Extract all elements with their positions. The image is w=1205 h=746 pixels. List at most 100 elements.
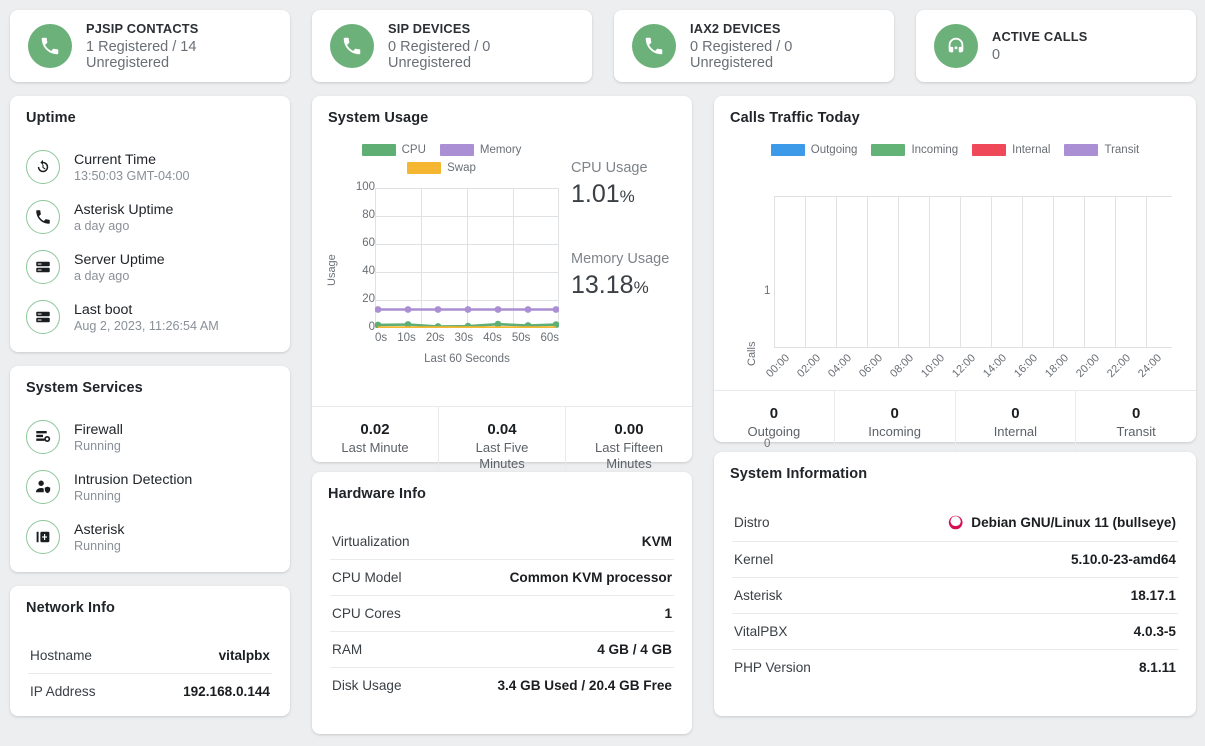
load-value: 0.00 bbox=[614, 421, 644, 438]
stat-value: 0 Registered / 0 Unregistered bbox=[690, 39, 793, 71]
row-key: IP Address bbox=[30, 684, 96, 699]
item-subtitle: 13:50:03 GMT-04:00 bbox=[74, 168, 190, 183]
calls-traffic-panel: Calls Traffic Today Outgoing Incoming In… bbox=[714, 96, 1196, 457]
calls-total-cell: 0 Outgoing bbox=[714, 391, 834, 456]
table-row: Asterisk 18.17.1 bbox=[732, 578, 1178, 614]
total-value: 0 bbox=[769, 405, 779, 422]
panel-title: Uptime bbox=[26, 110, 76, 126]
item-subtitle: Aug 2, 2023, 11:26:54 AM bbox=[74, 318, 219, 333]
load-caption: Last Five Minutes bbox=[475, 440, 529, 472]
item-title: Asterisk Uptime bbox=[74, 201, 174, 218]
load-value: 0.04 bbox=[487, 421, 517, 438]
legend-item[interactable]: Transit bbox=[1064, 144, 1139, 156]
total-caption: Transit bbox=[1116, 424, 1156, 439]
x-tick: 08:00 bbox=[888, 352, 917, 380]
legend-label: Outgoing bbox=[810, 144, 858, 156]
row-value: 3.4 GB Used / 20.4 GB Free bbox=[497, 678, 672, 693]
stat-label: PJSIP CONTACTS bbox=[86, 21, 199, 36]
legend-item[interactable]: Incoming bbox=[871, 144, 958, 156]
stat-card-iax2-devices[interactable]: IAX2 DEVICES 0 Registered / 0 Unregister… bbox=[614, 10, 894, 82]
row-key: PHP Version bbox=[734, 660, 811, 675]
x-tick: 22:00 bbox=[1105, 352, 1134, 380]
list-item[interactable]: Last boot Aug 2, 2023, 11:26:54 AM bbox=[26, 292, 274, 342]
row-key: Hostname bbox=[30, 648, 92, 663]
item-subtitle: a day ago bbox=[74, 268, 130, 283]
legend-item[interactable]: Outgoing bbox=[770, 144, 858, 156]
stat-value: 1 Registered / 14 Unregistered bbox=[86, 39, 197, 71]
legend-label: Internal bbox=[1012, 144, 1051, 156]
metric-value: 13.18% bbox=[571, 271, 692, 300]
asterisk-icon bbox=[26, 520, 60, 554]
legend-label: Swap bbox=[447, 162, 476, 174]
list-item[interactable]: Server Uptime a day ago bbox=[26, 242, 274, 292]
x-tick: 06:00 bbox=[857, 352, 886, 380]
item-subtitle: Running bbox=[74, 538, 121, 553]
total-caption: Outgoing bbox=[747, 424, 801, 439]
calls-y-axis-title: Calls bbox=[746, 341, 758, 366]
stat-card-sip-devices[interactable]: SIP DEVICES 0 Registered / 0 Unregistere… bbox=[312, 10, 592, 82]
usage-x-axis-title: Last 60 Seconds bbox=[424, 353, 510, 365]
row-key: Kernel bbox=[734, 552, 774, 567]
clock-rotate-icon bbox=[26, 150, 60, 184]
y-tick: 80 bbox=[362, 209, 375, 221]
list-item[interactable]: Asterisk Uptime a day ago bbox=[26, 192, 274, 242]
list-item[interactable]: Asterisk Running bbox=[26, 512, 274, 562]
total-value: 0 bbox=[890, 405, 899, 422]
total-value: 0 bbox=[1131, 405, 1141, 422]
server-icon bbox=[26, 300, 60, 334]
x-tick: 10:00 bbox=[919, 352, 948, 380]
metric-label: Memory Usage bbox=[571, 251, 670, 267]
panel-title: System Services bbox=[26, 380, 143, 396]
cpu-usage-number: 1.01 bbox=[571, 180, 620, 208]
x-tick: 24:00 bbox=[1136, 352, 1165, 380]
legend-label: Memory bbox=[479, 144, 522, 156]
metric-value: 1.01% bbox=[571, 180, 692, 209]
x-tick: 50s bbox=[511, 332, 531, 344]
legend-item[interactable]: Swap bbox=[407, 162, 476, 174]
list-item[interactable]: Firewall Running bbox=[26, 412, 274, 462]
calls-total-cell: 0 Transit bbox=[1075, 391, 1196, 457]
item-title: Current Time bbox=[74, 151, 156, 168]
x-tick: 14:00 bbox=[981, 352, 1010, 380]
list-item[interactable]: Current Time 13:50:03 GMT-04:00 bbox=[26, 142, 274, 192]
load-value: 0.02 bbox=[360, 421, 390, 438]
x-tick: 00:00 bbox=[764, 352, 793, 380]
usage-metrics: CPU Usage 1.01% Memory Usage 13.18% bbox=[567, 126, 692, 406]
stat-card-active-calls[interactable]: ACTIVE CALLS 0 bbox=[916, 10, 1196, 82]
panel-title: Calls Traffic Today bbox=[730, 110, 860, 126]
panel-title: Network Info bbox=[26, 600, 116, 616]
system-usage-plot-area bbox=[375, 188, 559, 328]
item-title: Firewall bbox=[74, 421, 123, 438]
y-tick: 1 bbox=[764, 285, 771, 297]
row-value: Debian GNU/Linux 11 (bullseye) bbox=[971, 515, 1176, 530]
table-row: IP Address 192.168.0.144 bbox=[28, 674, 272, 709]
panel-title: System Information bbox=[730, 466, 868, 482]
stat-label: IAX2 DEVICES bbox=[690, 21, 781, 36]
item-subtitle: Running bbox=[74, 438, 121, 453]
x-tick: 0s bbox=[375, 332, 388, 344]
percent-sign: % bbox=[633, 278, 649, 297]
item-title: Intrusion Detection bbox=[74, 471, 193, 488]
system-usage-panel: System Usage CPU Memory Swap Usage 100 8… bbox=[312, 96, 692, 489]
server-icon bbox=[26, 250, 60, 284]
table-row: RAM 4 GB / 4 GB bbox=[330, 632, 674, 668]
network-info-table: Hostname vitalpbx IP Address 192.168.0.1… bbox=[10, 616, 290, 725]
phone-icon bbox=[330, 24, 374, 68]
row-value: 4.0.3-5 bbox=[1133, 624, 1176, 639]
legend-item[interactable]: Internal bbox=[972, 144, 1050, 156]
uptime-panel: Uptime Current Time 13:50:03 GMT-04:00 A… bbox=[10, 96, 290, 352]
list-item[interactable]: Intrusion Detection Running bbox=[26, 462, 274, 512]
item-subtitle: Running bbox=[74, 488, 121, 503]
x-tick: 30s bbox=[454, 332, 474, 344]
x-tick: 20s bbox=[425, 332, 445, 344]
load-caption: Last Fifteen Minutes bbox=[595, 440, 663, 472]
legend-item[interactable]: Memory bbox=[439, 144, 522, 156]
legend-swatch-swap bbox=[407, 162, 442, 174]
legend-item[interactable]: CPU bbox=[361, 144, 426, 156]
legend-label: Transit bbox=[1104, 144, 1140, 156]
y-tick: 20 bbox=[362, 293, 375, 305]
total-value: 0 bbox=[1011, 405, 1020, 422]
calls-traffic-plot-area bbox=[774, 196, 1172, 348]
table-row: Distro Debian GNU/Linux 11 (bullseye) bbox=[732, 504, 1178, 542]
stat-card-pjsip-contacts[interactable]: PJSIP CONTACTS 1 Registered / 14 Unregis… bbox=[10, 10, 290, 82]
